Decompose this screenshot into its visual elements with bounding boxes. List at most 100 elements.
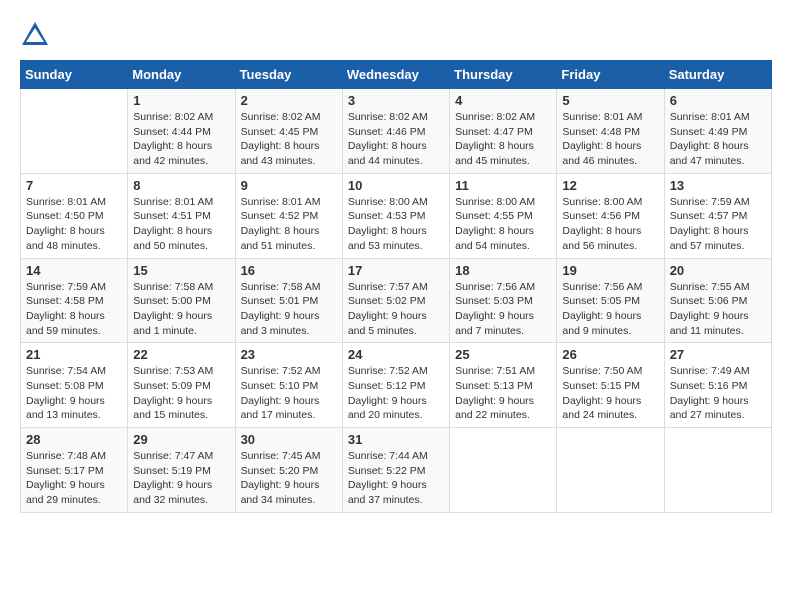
day-number: 3: [348, 93, 444, 108]
calendar-cell: 10Sunrise: 8:00 AMSunset: 4:53 PMDayligh…: [342, 173, 449, 258]
day-info: Sunrise: 7:58 AMSunset: 5:00 PMDaylight:…: [133, 280, 229, 339]
calendar-cell: 2 Sunrise: 8:02 AMSunset: 4:45 PMDaylight…: [235, 89, 342, 174]
weekday-header: Friday: [557, 61, 664, 89]
calendar-cell: 19Sunrise: 7:56 AMSunset: 5:05 PMDayligh…: [557, 258, 664, 343]
calendar-cell: 5Sunrise: 8:01 AMSunset: 4:48 PMDaylight…: [557, 89, 664, 174]
day-number: 4: [455, 93, 551, 108]
calendar-cell: 12Sunrise: 8:00 AMSunset: 4:56 PMDayligh…: [557, 173, 664, 258]
day-number: 16: [241, 263, 337, 278]
day-info: Sunrise: 7:53 AMSunset: 5:09 PMDaylight:…: [133, 364, 229, 423]
calendar-cell: [557, 428, 664, 513]
calendar-cell: 26 Sunrise: 7:50 AMSunset: 5:15 PMDayligh…: [557, 343, 664, 428]
logo: [20, 20, 52, 50]
day-info: Sunrise: 7:44 AMSunset: 5:22 PMDaylight:…: [348, 449, 444, 508]
day-number: 28: [26, 432, 122, 447]
calendar-cell: 23Sunrise: 7:52 AMSunset: 5:10 PMDayligh…: [235, 343, 342, 428]
day-info: Sunrise: 8:01 AMSunset: 4:52 PMDaylight:…: [241, 195, 337, 254]
day-info: Sunrise: 8:01 AMSunset: 4:50 PMDaylight:…: [26, 195, 122, 254]
weekday-header: Saturday: [664, 61, 771, 89]
day-number: 24: [348, 347, 444, 362]
calendar-cell: [21, 89, 128, 174]
calendar-cell: 13 Sunrise: 7:59 AMSunset: 4:57 PMDayligh…: [664, 173, 771, 258]
weekday-header: Sunday: [21, 61, 128, 89]
day-info: Sunrise: 8:02 AMSunset: 4:44 PMDaylight:…: [133, 110, 229, 169]
calendar-cell: 28 Sunrise: 7:48 AMSunset: 5:17 PMDayligh…: [21, 428, 128, 513]
day-info: Sunrise: 7:51 AMSunset: 5:13 PMDaylight:…: [455, 364, 551, 423]
day-info: Sunrise: 7:59 AMSunset: 4:57 PMDaylight:…: [670, 195, 766, 254]
calendar-cell: [664, 428, 771, 513]
calendar-cell: 25Sunrise: 7:51 AMSunset: 5:13 PMDayligh…: [450, 343, 557, 428]
day-info: Sunrise: 8:01 AMSunset: 4:51 PMDaylight:…: [133, 195, 229, 254]
calendar-week-row: 7 Sunrise: 8:01 AMSunset: 4:50 PMDaylight…: [21, 173, 772, 258]
day-info: Sunrise: 7:50 AMSunset: 5:15 PMDaylight:…: [562, 364, 658, 423]
day-number: 27: [670, 347, 766, 362]
calendar-week-row: 28 Sunrise: 7:48 AMSunset: 5:17 PMDayligh…: [21, 428, 772, 513]
day-number: 29: [133, 432, 229, 447]
day-info: Sunrise: 8:00 AMSunset: 4:56 PMDaylight:…: [562, 195, 658, 254]
calendar-cell: 3 Sunrise: 8:02 AMSunset: 4:46 PMDaylight…: [342, 89, 449, 174]
calendar-cell: 1 Sunrise: 8:02 AMSunset: 4:44 PMDaylight…: [128, 89, 235, 174]
day-number: 19: [562, 263, 658, 278]
calendar-cell: 8 Sunrise: 8:01 AMSunset: 4:51 PMDaylight…: [128, 173, 235, 258]
day-number: 9: [241, 178, 337, 193]
day-number: 17: [348, 263, 444, 278]
calendar-week-row: 14Sunrise: 7:59 AMSunset: 4:58 PMDayligh…: [21, 258, 772, 343]
calendar-cell: 21 Sunrise: 7:54 AMSunset: 5:08 PMDayligh…: [21, 343, 128, 428]
day-info: Sunrise: 8:01 AMSunset: 4:49 PMDaylight:…: [670, 110, 766, 169]
calendar-cell: 6 Sunrise: 8:01 AMSunset: 4:49 PMDaylight…: [664, 89, 771, 174]
weekday-header: Monday: [128, 61, 235, 89]
day-info: Sunrise: 8:02 AMSunset: 4:46 PMDaylight:…: [348, 110, 444, 169]
day-info: Sunrise: 7:52 AMSunset: 5:12 PMDaylight:…: [348, 364, 444, 423]
page-header: [20, 20, 772, 50]
weekday-header: Tuesday: [235, 61, 342, 89]
calendar-body: 1 Sunrise: 8:02 AMSunset: 4:44 PMDaylight…: [21, 89, 772, 513]
day-info: Sunrise: 7:58 AMSunset: 5:01 PMDaylight:…: [241, 280, 337, 339]
calendar-table: SundayMondayTuesdayWednesdayThursdayFrid…: [20, 60, 772, 513]
day-info: Sunrise: 7:45 AMSunset: 5:20 PMDaylight:…: [241, 449, 337, 508]
calendar-cell: 24 Sunrise: 7:52 AMSunset: 5:12 PMDayligh…: [342, 343, 449, 428]
day-number: 22: [133, 347, 229, 362]
calendar-cell: 11Sunrise: 8:00 AMSunset: 4:55 PMDayligh…: [450, 173, 557, 258]
day-number: 8: [133, 178, 229, 193]
calendar-cell: 18 Sunrise: 7:56 AMSunset: 5:03 PMDayligh…: [450, 258, 557, 343]
day-info: Sunrise: 7:47 AMSunset: 5:19 PMDaylight:…: [133, 449, 229, 508]
header-row: SundayMondayTuesdayWednesdayThursdayFrid…: [21, 61, 772, 89]
day-number: 2: [241, 93, 337, 108]
day-number: 26: [562, 347, 658, 362]
calendar-cell: 17 Sunrise: 7:57 AMSunset: 5:02 PMDayligh…: [342, 258, 449, 343]
weekday-header: Thursday: [450, 61, 557, 89]
calendar-cell: 31Sunrise: 7:44 AMSunset: 5:22 PMDayligh…: [342, 428, 449, 513]
day-info: Sunrise: 8:01 AMSunset: 4:48 PMDaylight:…: [562, 110, 658, 169]
day-number: 7: [26, 178, 122, 193]
calendar-cell: 4 Sunrise: 8:02 AMSunset: 4:47 PMDaylight…: [450, 89, 557, 174]
day-info: Sunrise: 7:56 AMSunset: 5:03 PMDaylight:…: [455, 280, 551, 339]
calendar-week-row: 21 Sunrise: 7:54 AMSunset: 5:08 PMDayligh…: [21, 343, 772, 428]
calendar-cell: [450, 428, 557, 513]
day-info: Sunrise: 7:48 AMSunset: 5:17 PMDaylight:…: [26, 449, 122, 508]
day-number: 20: [670, 263, 766, 278]
day-number: 21: [26, 347, 122, 362]
day-number: 18: [455, 263, 551, 278]
day-info: Sunrise: 7:55 AMSunset: 5:06 PMDaylight:…: [670, 280, 766, 339]
day-info: Sunrise: 8:02 AMSunset: 4:47 PMDaylight:…: [455, 110, 551, 169]
day-number: 10: [348, 178, 444, 193]
calendar-cell: 22 Sunrise: 7:53 AMSunset: 5:09 PMDayligh…: [128, 343, 235, 428]
logo-icon: [20, 20, 50, 50]
day-number: 13: [670, 178, 766, 193]
day-number: 30: [241, 432, 337, 447]
calendar-cell: 7 Sunrise: 8:01 AMSunset: 4:50 PMDaylight…: [21, 173, 128, 258]
day-number: 11: [455, 178, 551, 193]
calendar-cell: 27 Sunrise: 7:49 AMSunset: 5:16 PMDayligh…: [664, 343, 771, 428]
calendar-cell: 20 Sunrise: 7:55 AMSunset: 5:06 PMDayligh…: [664, 258, 771, 343]
day-number: 1: [133, 93, 229, 108]
calendar-week-row: 1 Sunrise: 8:02 AMSunset: 4:44 PMDaylight…: [21, 89, 772, 174]
day-info: Sunrise: 7:49 AMSunset: 5:16 PMDaylight:…: [670, 364, 766, 423]
calendar-cell: 16 Sunrise: 7:58 AMSunset: 5:01 PMDayligh…: [235, 258, 342, 343]
day-number: 6: [670, 93, 766, 108]
calendar-cell: 9 Sunrise: 8:01 AMSunset: 4:52 PMDaylight…: [235, 173, 342, 258]
weekday-header: Wednesday: [342, 61, 449, 89]
day-info: Sunrise: 7:57 AMSunset: 5:02 PMDaylight:…: [348, 280, 444, 339]
day-info: Sunrise: 7:54 AMSunset: 5:08 PMDaylight:…: [26, 364, 122, 423]
day-info: Sunrise: 8:02 AMSunset: 4:45 PMDaylight:…: [241, 110, 337, 169]
calendar-header: SundayMondayTuesdayWednesdayThursdayFrid…: [21, 61, 772, 89]
